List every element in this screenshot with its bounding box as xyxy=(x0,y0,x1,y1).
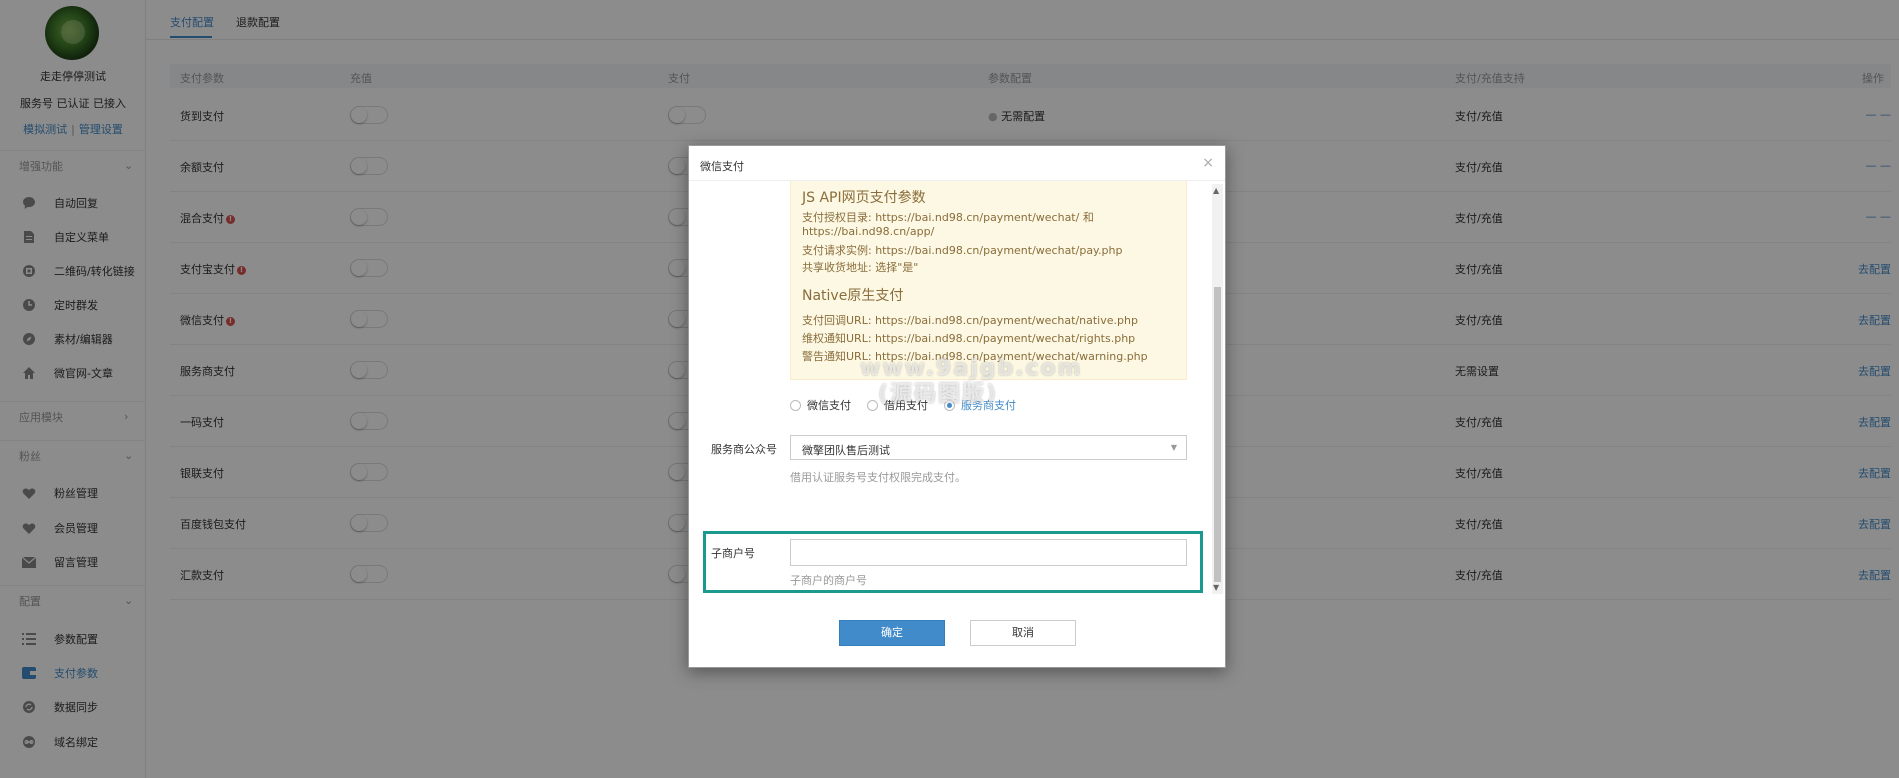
confirm-button[interactable]: 确定 xyxy=(839,620,945,646)
scroll-down-arrow-icon[interactable]: ▼ xyxy=(1213,583,1219,592)
sub-merchant-input[interactable] xyxy=(790,539,1187,566)
radio-label-wechat-pay[interactable]: 微信支付 xyxy=(807,397,851,413)
native-title: Native原生支付 xyxy=(802,288,904,304)
sub-merchant-label: 子商户号 xyxy=(711,547,755,560)
provider-account-label: 服务商公众号 xyxy=(711,443,777,456)
dialog-scrollbar[interactable]: ▲ ▼ xyxy=(1212,184,1223,594)
watermark: www.9ajgb.com (源码图版) xyxy=(860,356,1083,408)
jsapi-line-3: 共享收货地址: 选择"是" xyxy=(802,261,919,274)
radio-wechat-pay[interactable] xyxy=(790,399,801,411)
provider-account-value: 微擎团队售后测试 xyxy=(802,444,890,457)
native-line-2: 维权通知URL: https://bai.nd98.cn/payment/wec… xyxy=(802,332,1136,345)
sub-merchant-help: 子商户的商户号 xyxy=(790,574,867,587)
watermark-line-1: www.9ajgb.com xyxy=(860,356,1083,381)
caret-down-icon: ▼ xyxy=(1170,443,1177,452)
scroll-up-arrow-icon[interactable]: ▲ xyxy=(1213,186,1219,195)
cancel-button[interactable]: 取消 xyxy=(970,620,1076,646)
jsapi-line-2: 支付请求实例: https://bai.nd98.cn/payment/wech… xyxy=(802,244,1123,257)
jsapi-title: JS API网页支付参数 xyxy=(802,190,926,206)
jsapi-line-1: 支付授权目录: https://bai.nd98.cn/payment/wech… xyxy=(802,211,1094,224)
native-line-1: 支付回调URL: https://bai.nd98.cn/payment/wec… xyxy=(802,314,1138,327)
dialog-title: 微信支付 xyxy=(700,160,744,173)
provider-account-help: 借用认证服务号支付权限完成支付。 xyxy=(790,471,966,484)
watermark-line-2: (源码图版) xyxy=(878,382,999,407)
jsapi-line-1b: https://bai.nd98.cn/app/ xyxy=(802,225,935,238)
close-icon[interactable]: × xyxy=(1202,155,1214,171)
payment-info-box: JS API网页支付参数 支付授权目录: https://bai.nd98.cn… xyxy=(790,181,1187,380)
provider-account-select[interactable]: 微擎团队售后测试 ▼ xyxy=(790,435,1187,460)
scroll-thumb[interactable] xyxy=(1214,287,1221,582)
